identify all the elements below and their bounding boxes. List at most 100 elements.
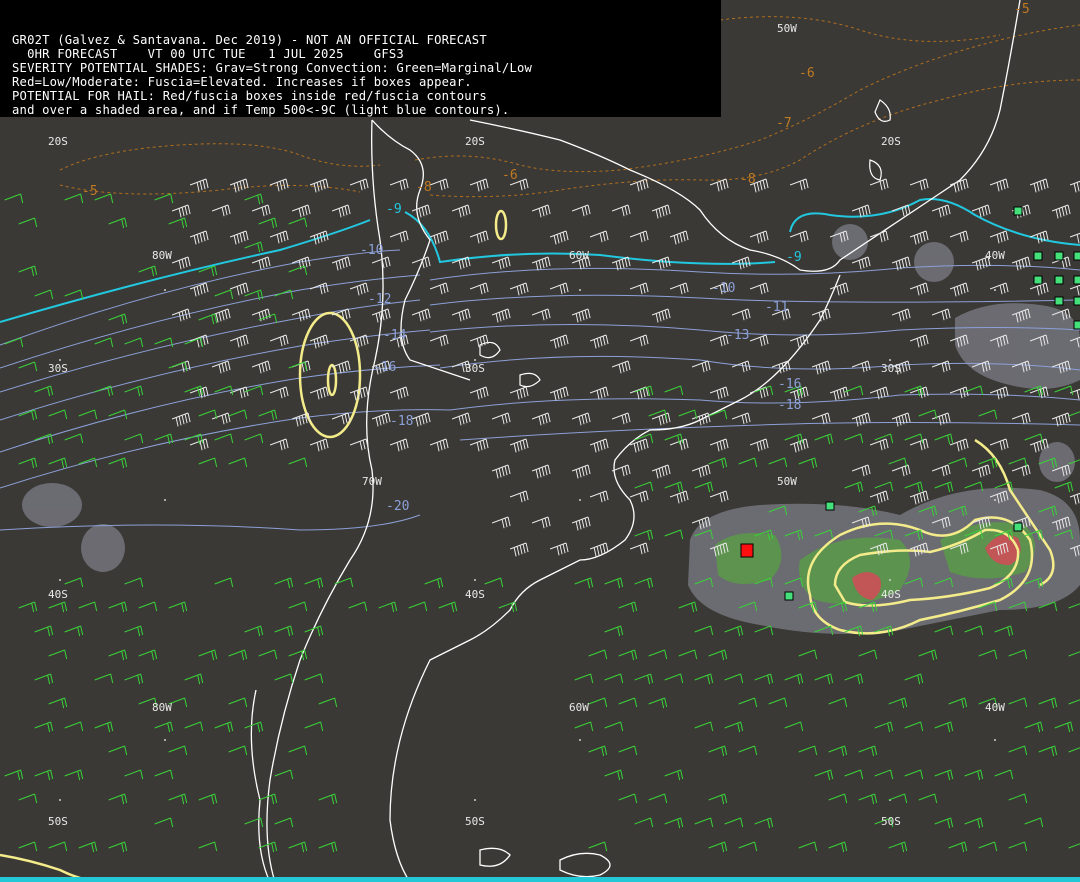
wind-barb xyxy=(989,438,1009,451)
wind-barb xyxy=(754,625,774,636)
wind-barb xyxy=(451,412,471,426)
wind-barb xyxy=(669,490,689,504)
wind-barb xyxy=(349,178,369,191)
wind-barb xyxy=(18,841,38,852)
lat-label: 50S xyxy=(465,815,485,828)
wind-barb xyxy=(909,490,929,505)
wind-barb xyxy=(891,412,911,427)
wind-barb xyxy=(844,433,864,444)
wind-barb xyxy=(648,793,668,804)
wind-barb xyxy=(989,282,1009,295)
wind-barb xyxy=(909,178,929,191)
wind-barb xyxy=(549,230,569,245)
wind-barb xyxy=(34,721,54,733)
wind-barb xyxy=(589,490,609,503)
wind-barb xyxy=(931,204,951,218)
severity-shading xyxy=(22,224,1080,634)
wind-barb xyxy=(318,841,338,853)
wind-barb xyxy=(789,178,809,191)
wind-barb xyxy=(48,697,68,709)
forecast-map xyxy=(0,0,1080,882)
wind-barb xyxy=(829,386,849,401)
wind-barb xyxy=(211,204,231,217)
wind-barb xyxy=(978,409,998,420)
wind-barb xyxy=(549,542,569,556)
wind-barb xyxy=(228,457,248,468)
wind-barb xyxy=(571,412,591,426)
wind-barb xyxy=(491,256,511,270)
wind-barb xyxy=(1051,204,1071,219)
wind-barb xyxy=(754,817,774,829)
wind-barb xyxy=(934,817,954,829)
wind-barb xyxy=(228,745,248,756)
wind-barb xyxy=(789,230,809,243)
wind-barb xyxy=(108,313,128,325)
contour-label-cold: -10 xyxy=(712,281,736,296)
wind-barb xyxy=(844,769,864,780)
wind-barb xyxy=(629,334,649,347)
wind-barb xyxy=(851,464,871,477)
wind-barb xyxy=(634,673,654,685)
wind-barb xyxy=(749,334,769,347)
wind-barb xyxy=(694,481,714,493)
wind-barb xyxy=(858,745,878,757)
wind-barb xyxy=(918,649,938,661)
wind-barb xyxy=(1011,464,1031,477)
wind-barb xyxy=(874,769,894,780)
wind-barb xyxy=(828,745,848,757)
wind-barb xyxy=(171,412,191,427)
wind-barb xyxy=(168,745,188,756)
wind-barb xyxy=(171,256,191,270)
wind-barb xyxy=(828,793,848,804)
wind-barb xyxy=(784,673,804,685)
wind-barb xyxy=(229,282,249,296)
wind-barb xyxy=(724,721,744,733)
wind-barb xyxy=(844,481,864,493)
wind-barb xyxy=(484,577,504,588)
wind-barb xyxy=(371,308,391,323)
wind-barb xyxy=(858,793,878,805)
wind-barb xyxy=(909,438,929,451)
wind-barb xyxy=(851,360,871,373)
wind-barb xyxy=(1038,697,1058,709)
wind-barb xyxy=(331,204,351,218)
wind-barb xyxy=(814,673,834,685)
wind-barb xyxy=(1008,649,1028,660)
wind-barb xyxy=(469,438,489,452)
wind-barb xyxy=(611,204,631,217)
wind-barb xyxy=(138,265,158,277)
contour-label-warm: -8 xyxy=(416,180,432,195)
wind-barb xyxy=(389,386,409,400)
wind-barb xyxy=(211,412,231,425)
wind-barb xyxy=(949,282,969,297)
wind-barb xyxy=(469,386,489,400)
wind-barb xyxy=(138,601,158,612)
wind-barb xyxy=(48,457,68,469)
wind-barb xyxy=(811,308,831,322)
lat-label: 30S xyxy=(48,362,68,375)
wind-barb xyxy=(784,721,804,732)
wind-barb xyxy=(858,649,878,660)
green-box xyxy=(784,591,794,601)
wind-barb xyxy=(64,769,84,781)
wind-barb xyxy=(694,721,714,732)
wind-barb xyxy=(469,282,489,295)
wind-barb xyxy=(709,438,729,452)
wind-barb xyxy=(309,282,329,295)
wind-barb xyxy=(731,308,751,321)
wind-barb xyxy=(64,721,84,732)
wind-barb xyxy=(274,625,294,637)
wind-barb xyxy=(1068,651,1080,657)
wind-barb xyxy=(291,308,311,322)
wind-barb xyxy=(651,464,671,479)
wind-barb xyxy=(108,649,128,661)
wind-barb xyxy=(34,433,54,445)
wind-barb xyxy=(408,601,428,612)
wind-barb xyxy=(994,769,1014,780)
lat-label: 20S xyxy=(465,135,485,148)
wind-barb xyxy=(588,841,608,852)
wind-barb xyxy=(371,412,391,427)
wind-barb xyxy=(768,697,788,708)
wind-barb xyxy=(634,529,654,541)
wind-barb xyxy=(709,386,729,400)
